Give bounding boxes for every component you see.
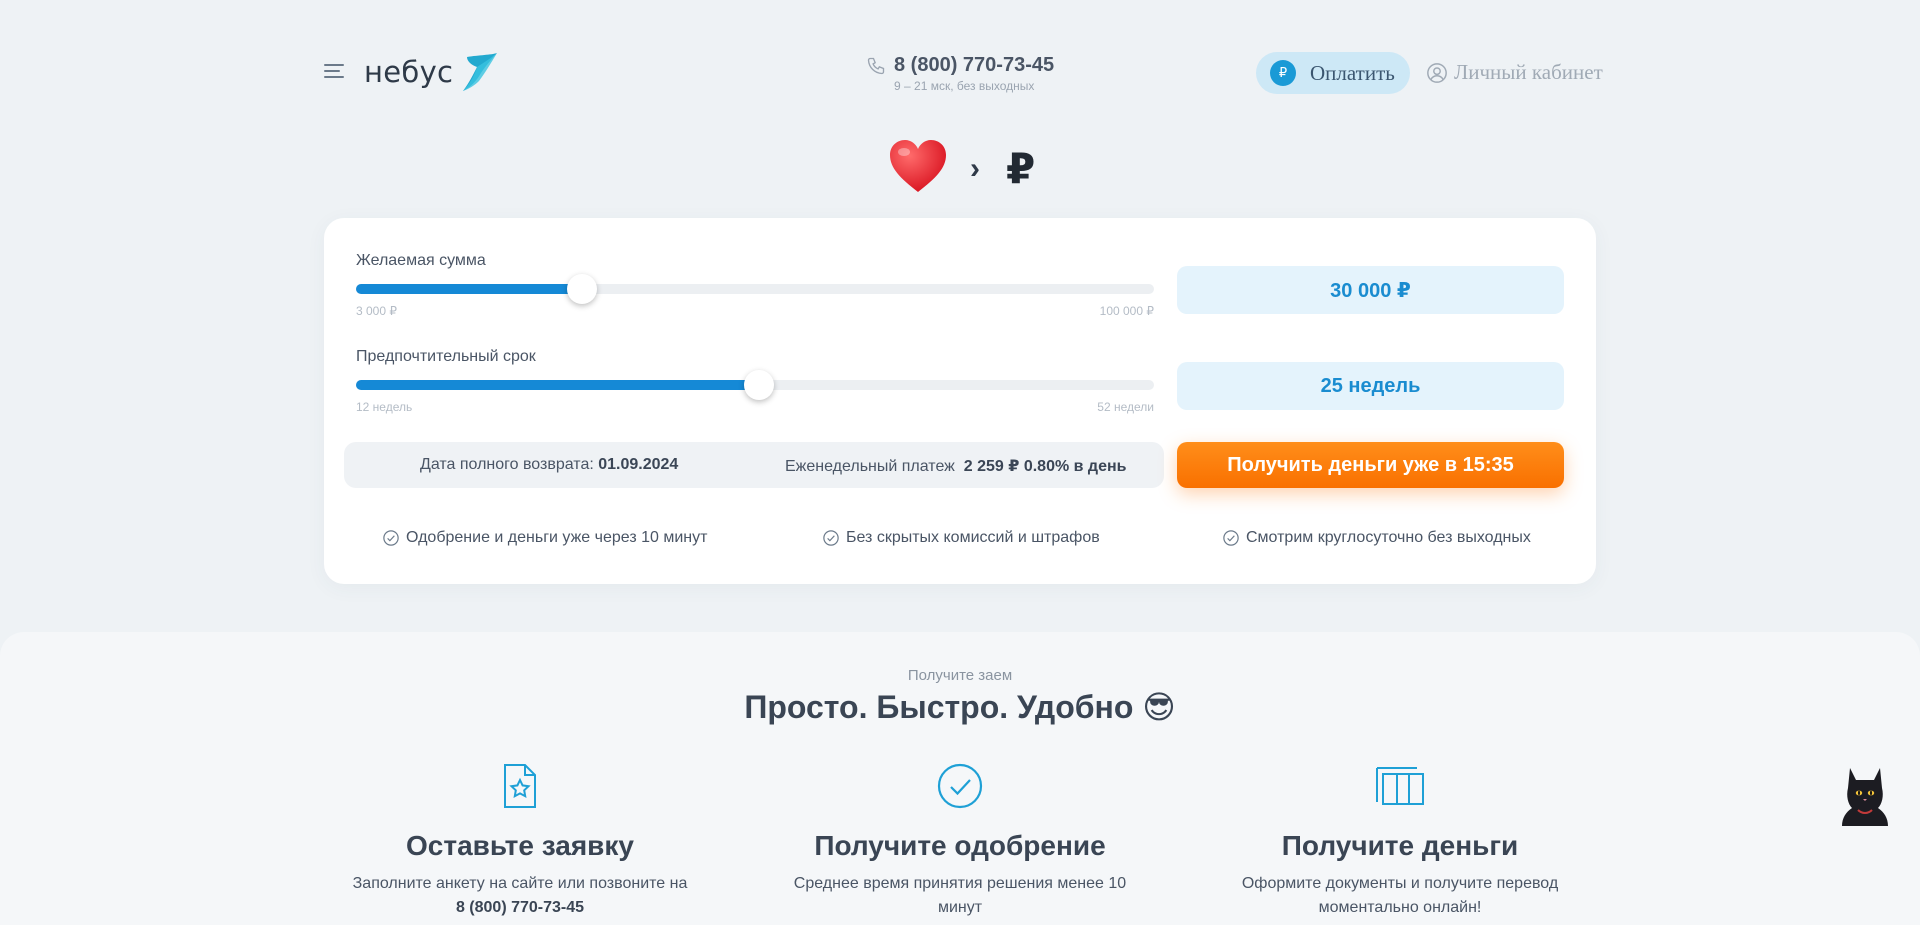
feature-item: Одобрение и деньги уже через 10 минут xyxy=(382,529,707,547)
step-phone-link[interactable]: 8 (800) 770-73-45 xyxy=(456,899,584,916)
get-money-button[interactable]: Получить деньги уже в 15:35 xyxy=(1177,442,1564,488)
step-title: Оставьте заявку xyxy=(406,830,634,861)
user-icon xyxy=(1427,62,1447,83)
ruble-sign-icon: ₽ xyxy=(1006,144,1036,193)
step-card: Получите деньги Оформите документы и пол… xyxy=(1220,762,1580,920)
amount-slider[interactable] xyxy=(356,274,1154,304)
term-min: 12 недель xyxy=(356,400,413,414)
loan-summary: Дата полного возврата: 01.09.2024 Еженед… xyxy=(344,442,1164,488)
weekly-payment-label: Еженедельный платеж xyxy=(785,458,955,475)
loan-calculator: Желаемая сумма 3 000 ₽ 100 000 ₽ 30 000 … xyxy=(324,218,1596,584)
menu-icon[interactable] xyxy=(324,64,346,80)
step-text: Среднее время принятия решения менее 10 … xyxy=(793,875,1127,916)
amount-value-field[interactable]: 30 000 ₽ xyxy=(1177,266,1564,314)
check-circle-icon xyxy=(382,529,400,547)
term-slider[interactable] xyxy=(356,370,1154,400)
feature-text: Одобрение и деньги уже через 10 минут xyxy=(406,529,708,546)
pay-button[interactable]: ₽ Оплатить xyxy=(1256,52,1410,94)
feature-text: Смотрим круглосуточно без выходных xyxy=(1246,529,1531,546)
return-date-label: Дата полного возврата: xyxy=(420,456,594,473)
document-star-icon xyxy=(340,762,700,810)
check-circle-icon xyxy=(1222,529,1240,547)
personal-cabinet-link[interactable]: Личный кабинет xyxy=(1426,60,1603,85)
weekly-payment-value: 2 259 ₽ 0.80% в день xyxy=(963,458,1127,475)
amount-slider-fill xyxy=(356,284,582,294)
return-date-value: 01.09.2024 xyxy=(598,456,679,473)
phone-icon xyxy=(867,57,885,75)
chat-widget-cat-icon[interactable] xyxy=(1840,766,1890,828)
weekly-payment-text: Еженедельный платеж 2 259 ₽ 0.80% в день xyxy=(785,456,1126,476)
check-circle-icon xyxy=(822,529,840,547)
term-slider-fill xyxy=(356,380,759,390)
check-circle-icon xyxy=(780,762,1140,810)
amount-label: Желаемая сумма xyxy=(356,252,486,269)
phone-number-link[interactable]: 8 (800) 770-73-45 xyxy=(894,54,1054,77)
ruble-icon: ₽ xyxy=(1270,60,1296,86)
site-header: небус 8 (800) 770-73-45 9 – 21 мск, без … xyxy=(324,50,1603,94)
step-title: Получите одобрение xyxy=(814,830,1106,861)
amount-min: 3 000 ₽ xyxy=(356,304,397,318)
logo[interactable]: небус xyxy=(364,50,499,94)
step-text: Заполните анкету на сайте или позвоните … xyxy=(340,872,700,920)
term-slider-thumb[interactable] xyxy=(743,370,774,400)
term-value-field[interactable]: 25 недель xyxy=(1177,362,1564,410)
feature-text: Без скрытых комиссий и штрафов xyxy=(846,529,1100,546)
feature-item: Смотрим круглосуточно без выходных xyxy=(1222,529,1531,547)
section-title: Просто. Быстро. Удобно 😎 xyxy=(744,689,1176,725)
section-subtitle: Получите заем xyxy=(907,667,1013,684)
step-title: Получите деньги xyxy=(1281,830,1519,861)
term-label: Предпочтительный срок xyxy=(356,348,536,365)
step-card: Получите одобрение Среднее время приняти… xyxy=(780,762,1140,920)
term-max: 52 недели xyxy=(1097,400,1154,414)
money-icon xyxy=(1220,762,1580,810)
amount-max: 100 000 ₽ xyxy=(1099,304,1154,318)
how-it-works-section: Получите заем Просто. Быстро. Удобно 😎 О… xyxy=(0,632,1920,925)
feature-item: Без скрытых комиссий и штрафов xyxy=(822,529,1100,547)
return-date-text: Дата полного возврата: 01.09.2024 xyxy=(420,456,678,474)
phone-hours: 9 – 21 мск, без выходных xyxy=(894,79,1035,93)
logo-text: небус xyxy=(364,55,454,89)
logo-swoosh-icon xyxy=(463,53,498,91)
hero-icons: › ₽ xyxy=(888,138,1038,200)
arrow-icon: › xyxy=(970,152,980,185)
step-card: Оставьте заявку Заполните анкету на сайт… xyxy=(340,762,700,920)
personal-cabinet-label: Личный кабинет xyxy=(1454,60,1603,84)
step-description: Заполните анкету на сайте или позвоните … xyxy=(352,875,688,892)
step-text: Оформите документы и получите перевод мо… xyxy=(1241,875,1559,916)
amount-slider-thumb[interactable] xyxy=(566,274,597,304)
heart-icon xyxy=(890,140,946,192)
pay-button-label: Оплатить xyxy=(1310,60,1395,85)
